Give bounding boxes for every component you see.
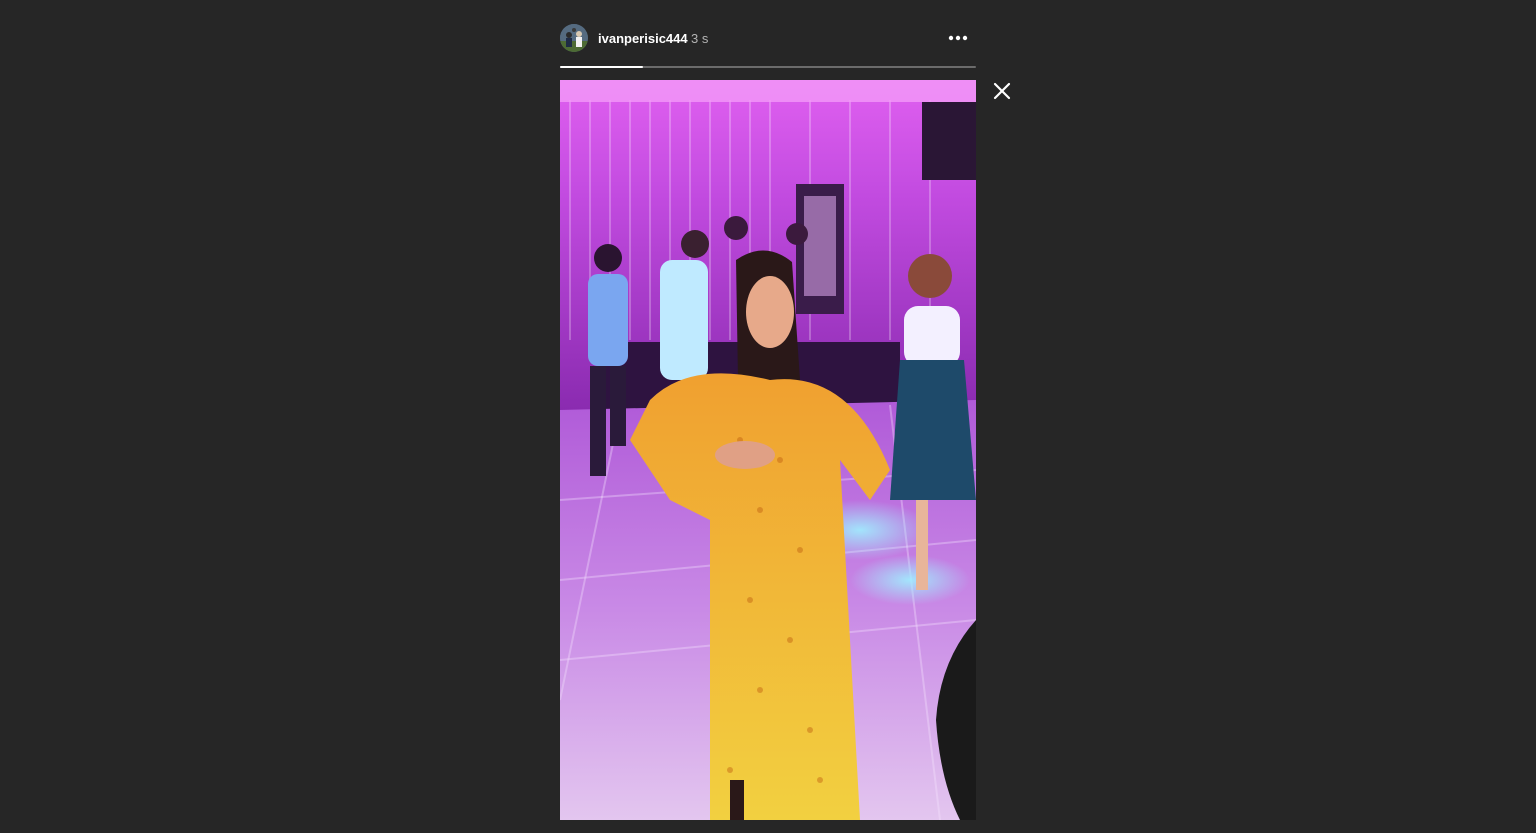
story-username[interactable]: ivanperisic444: [598, 31, 688, 46]
avatar-image: [560, 24, 588, 52]
story-progress-bar: [560, 66, 976, 68]
story-header: ivanperisic444 3 s: [560, 20, 976, 68]
user-avatar[interactable]: [560, 24, 588, 52]
story-viewer: ivanperisic444 3 s: [0, 0, 1536, 833]
close-button[interactable]: [990, 79, 1014, 103]
story-progress-fill: [560, 66, 644, 68]
video-frame: [560, 80, 976, 820]
close-icon: [993, 82, 1011, 100]
more-horizontal-icon: [948, 35, 968, 41]
story-video[interactable]: [560, 80, 976, 820]
story-timestamp: 3 s: [691, 31, 709, 46]
more-options-button[interactable]: [944, 26, 972, 50]
story-container: ivanperisic444 3 s: [560, 20, 976, 820]
